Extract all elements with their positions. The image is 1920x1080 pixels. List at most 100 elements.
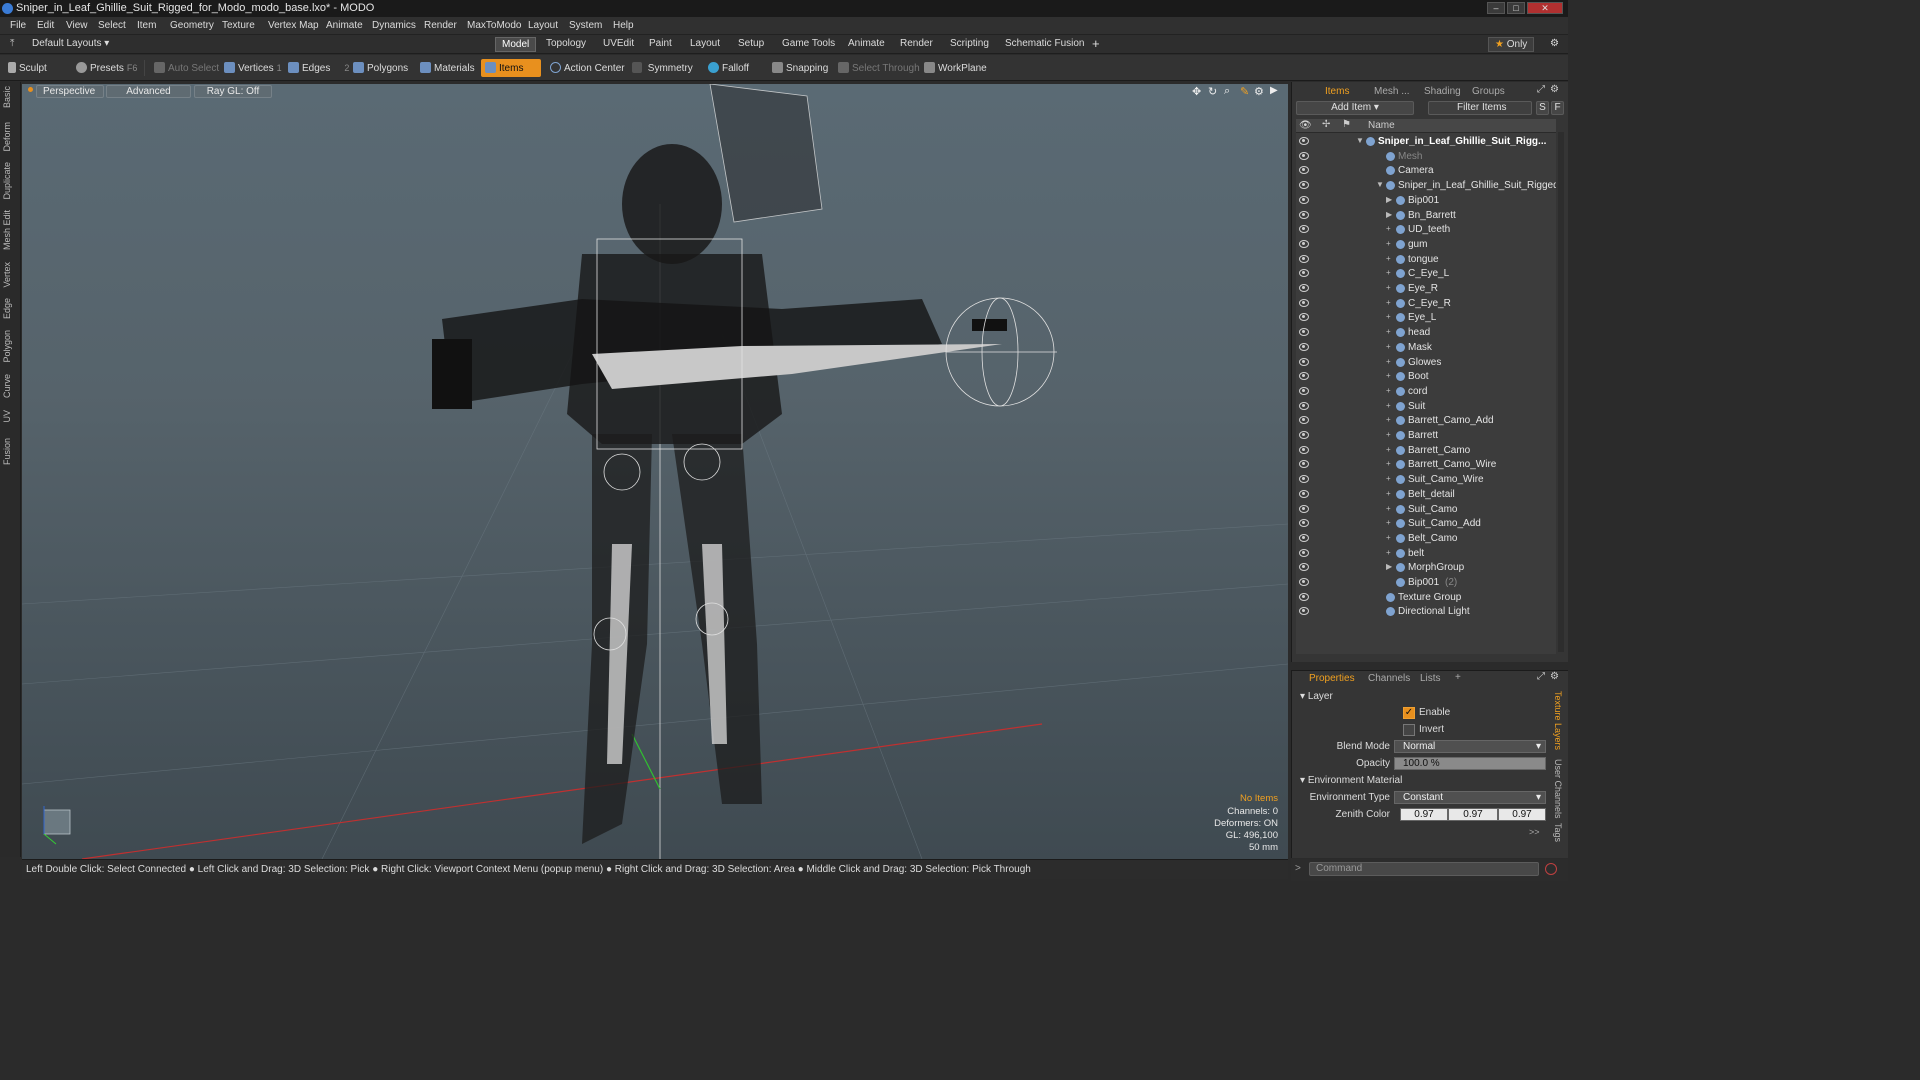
tree-row[interactable]: ▶ Bip001 [1296,194,1556,209]
layer-section[interactable]: ▾ Layer [1300,691,1333,702]
visibility-eye-icon[interactable] [1299,578,1309,586]
props-expand-icon[interactable]: ⤢ [1537,671,1545,682]
more-arrow-icon[interactable]: >> [1529,827,1540,837]
vtab-polygon[interactable]: Polygon [2,330,18,363]
tree-row[interactable]: + Belt_detail [1296,488,1556,503]
edges-button[interactable]: Edges 2 [284,59,353,77]
only-toggle[interactable]: ★ Only [1488,37,1535,52]
visibility-eye-icon[interactable] [1299,548,1309,557]
expand-toggle-icon[interactable]: + [1386,386,1391,395]
visibility-eye-icon[interactable] [1299,416,1309,425]
minimize-button[interactable]: – [1487,2,1505,14]
visibility-eye-icon[interactable] [1299,445,1309,454]
opacity-slider[interactable]: 100.0 % [1394,757,1546,770]
props-settings-icon[interactable]: ⚙ [1550,671,1559,682]
tree-row[interactable]: + Barrett_Camo_Add [1296,414,1556,429]
tab-paint[interactable]: Paint [643,37,678,52]
tree-row[interactable]: + Suit_Camo_Add [1296,517,1556,532]
tree-row[interactable]: + Eye_R [1296,282,1556,297]
menu-texture[interactable]: Texture [222,20,255,31]
expand-toggle-icon[interactable]: + [1386,268,1391,277]
vertices-button[interactable]: Vertices 1 [220,59,286,77]
materials-button[interactable]: Materials [416,59,479,77]
visibility-eye-icon[interactable] [1299,475,1309,484]
expand-toggle-icon[interactable]: + [1386,459,1391,468]
vtab-duplicate[interactable]: Duplicate [2,162,18,200]
invert-checkbox[interactable] [1403,724,1415,736]
expand-toggle-icon[interactable]: + [1386,489,1391,498]
sculpt-button[interactable]: Sculpt [4,59,51,77]
gear-icon[interactable]: ⚙ [1544,37,1565,52]
environment-type-select[interactable]: Constant ▾ [1394,791,1546,804]
visibility-eye-icon[interactable] [1299,210,1309,219]
tree-row[interactable]: Bip001 (2) [1296,576,1556,591]
expand-toggle-icon[interactable]: + [1386,254,1391,263]
expand-toggle-icon[interactable]: ▶ [1386,210,1392,219]
visibility-eye-icon[interactable] [1299,181,1309,190]
expand-toggle-icon[interactable]: + [1386,283,1391,292]
expand-toggle-icon[interactable]: + [1386,298,1391,307]
visibility-eye-icon[interactable] [1299,195,1309,204]
vtab-deform[interactable]: Deform [2,122,18,152]
tree-row[interactable]: + head [1296,326,1556,341]
visibility-eye-icon[interactable] [1299,298,1309,307]
menu-animate[interactable]: Animate [326,20,363,31]
expand-toggle-icon[interactable]: + [1386,224,1391,233]
tree-row[interactable]: Camera [1296,164,1556,179]
tree-row[interactable]: + Barrett [1296,429,1556,444]
vtab-fusion[interactable]: Fusion [2,438,18,465]
tree-row[interactable]: Directional Light [1296,605,1556,620]
blend-mode-select[interactable]: Normal ▾ [1394,740,1546,753]
menu-file[interactable]: File [10,20,26,31]
workplane-button[interactable]: WorkPlane [920,59,991,77]
visibility-eye-icon[interactable] [1299,489,1309,498]
tree-row[interactable]: + C_Eye_R [1296,297,1556,312]
expand-toggle-icon[interactable]: + [1386,415,1391,424]
menu-edit[interactable]: Edit [37,20,54,31]
menu-layout[interactable]: Layout [528,20,558,31]
side-tab-user-channels[interactable]: User Channels [1553,759,1563,819]
close-button[interactable]: ✕ [1527,2,1563,14]
tree-row[interactable]: Texture Group [1296,591,1556,606]
filter-f-button[interactable]: F [1551,101,1564,115]
menu-geometry[interactable]: Geometry [170,20,214,31]
expand-toggle-icon[interactable]: + [1386,445,1391,454]
falloff-button[interactable]: Falloff [704,59,753,77]
tab-items[interactable]: Items [1325,86,1349,97]
visibility-eye-icon[interactable] [1299,239,1309,248]
add-item-button[interactable]: Add Item ▾ [1296,101,1414,115]
tab-mesh-ops[interactable]: Mesh ... [1374,86,1410,97]
layout-arrow-icon[interactable]: ⤒ [4,37,20,52]
expand-toggle-icon[interactable]: ▶ [1386,195,1392,204]
menu-vertex-map[interactable]: Vertex Map [268,20,319,31]
visibility-eye-icon[interactable] [1299,401,1309,410]
tree-row[interactable]: + Mask [1296,341,1556,356]
tab-schematic-fusion[interactable]: Schematic Fusion [999,37,1090,52]
visibility-eye-icon[interactable] [1299,592,1309,601]
action-center-button[interactable]: Action Center [546,59,629,77]
visibility-eye-icon[interactable] [1299,372,1309,381]
visibility-eye-icon[interactable] [1299,151,1309,160]
expand-toggle-icon[interactable]: + [1386,239,1391,248]
tab-topology[interactable]: Topology [540,37,592,52]
visibility-eye-icon[interactable] [1299,313,1309,322]
enable-checkbox[interactable]: ✓ [1403,707,1415,719]
menu-dynamics[interactable]: Dynamics [372,20,416,31]
expand-toggle-icon[interactable]: + [1386,474,1391,483]
add-tab-icon[interactable]: + [1455,672,1461,683]
vtab-basic[interactable]: Basic [2,86,18,108]
panel-expand-icon[interactable]: ⤢ [1537,84,1545,95]
expand-toggle-icon[interactable]: ▶ [1386,562,1392,571]
vtab-curve[interactable]: Curve [2,374,18,398]
menu-item[interactable]: Item [137,20,156,31]
record-icon[interactable] [1545,863,1557,875]
vtab-edge[interactable]: Edge [2,298,18,319]
tab-groups[interactable]: Groups [1472,86,1505,97]
menu-view[interactable]: View [66,20,88,31]
menu-help[interactable]: Help [613,20,634,31]
menu-render[interactable]: Render [424,20,457,31]
filter-s-button[interactable]: S [1536,101,1549,115]
expand-toggle-icon[interactable]: ▼ [1356,136,1364,145]
menu-select[interactable]: Select [98,20,126,31]
expand-toggle-icon[interactable]: + [1386,342,1391,351]
